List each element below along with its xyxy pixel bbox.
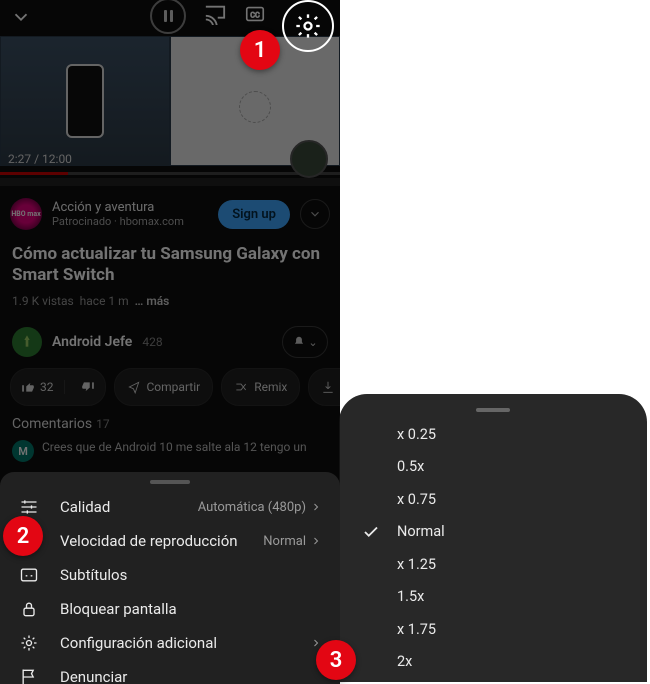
captions-icon[interactable]: CC [244, 3, 266, 29]
progress-bar[interactable] [0, 172, 340, 175]
channel-avatar-icon [12, 327, 42, 357]
lock-label: Bloquear pantalla [60, 600, 177, 618]
settings-button[interactable] [282, 0, 334, 52]
report-label: Denunciar [60, 668, 127, 684]
settings-lock-row[interactable]: Bloquear pantalla [0, 592, 340, 626]
channel-subs: 428 [142, 335, 162, 349]
sliders-icon [18, 497, 40, 517]
video-title[interactable]: Cómo actualizar tu Samsung Galaxy con Sm… [12, 244, 328, 287]
cast-icon[interactable] [204, 3, 226, 29]
download-button[interactable]: Descargar [308, 368, 340, 406]
sheet-handle[interactable] [150, 480, 190, 484]
channel-name: Android Jefe [52, 334, 132, 350]
pause-button[interactable] [150, 0, 186, 34]
settings-speed-row[interactable]: Velocidad de reproducción Normal [0, 524, 340, 558]
remix-button[interactable]: Remix [221, 368, 300, 406]
speed-option-selected[interactable]: Normal [339, 516, 647, 549]
like-dislike-chip[interactable]: 32 [10, 368, 106, 406]
settings-report-row[interactable]: Denunciar [0, 660, 340, 684]
gear-small-icon [18, 633, 40, 653]
speed-sheet: x 0.25 0.5x x 0.75 Normal x 1.25 1.5x x … [339, 394, 647, 682]
video-stats[interactable]: 1.9 K vistas hace 1 m … más [12, 294, 169, 308]
promo-expand-icon[interactable] [300, 199, 330, 229]
time-display: 2:27 / 12:00 [8, 152, 72, 166]
speed-option[interactable]: 2x [339, 646, 647, 679]
video-thumbnails [0, 36, 340, 166]
quality-value: Automática (480p) [198, 500, 306, 515]
signup-button[interactable]: Sign up [218, 200, 290, 229]
speed-option[interactable]: x 0.25 [339, 418, 647, 451]
promo-title: Acción y aventura [52, 200, 208, 215]
settings-additional-row[interactable]: Configuración adicional [0, 626, 340, 660]
speed-option[interactable]: x 1.75 [339, 613, 647, 646]
youtube-watch-screen: CC 2:27 / 12:00 HBO max Acción y aventur… [0, 0, 340, 684]
collapse-icon[interactable] [10, 6, 32, 32]
commenter-avatar-icon: M [12, 440, 34, 462]
notifications-button[interactable]: ⌄ [282, 326, 328, 358]
annotation-badge-3: 3 [316, 640, 356, 680]
settings-captions-row[interactable]: Subtítulos [0, 558, 340, 592]
additional-label: Configuración adicional [60, 634, 217, 652]
top-comment[interactable]: M Crees que de Android 10 me salte ala 1… [12, 440, 328, 462]
settings-sheet: Calidad Automática (480p) Velocidad de r… [0, 472, 340, 684]
flag-icon [18, 667, 40, 684]
promo-sub: Patrocinado · hbomax.com [52, 215, 208, 228]
promo-card[interactable]: HBO max Acción y aventura Patrocinado · … [0, 190, 340, 238]
speed-value: Normal [263, 534, 306, 549]
channel-row[interactable]: Android Jefe 428 ⌄ [0, 320, 340, 364]
speed-option[interactable]: 1.5x [339, 581, 647, 614]
speed-label: Velocidad de reproducción [60, 532, 238, 550]
video-frame-current[interactable] [0, 36, 170, 166]
channel-avatar-overlay[interactable] [290, 140, 328, 178]
speed-option[interactable]: x 0.75 [339, 483, 647, 516]
comments-header[interactable]: Comentarios17 [12, 416, 110, 432]
svg-text:CC: CC [250, 11, 260, 20]
lock-icon [18, 599, 40, 619]
promo-logo-icon: HBO max [10, 198, 42, 230]
gear-icon [294, 12, 322, 40]
share-button[interactable]: Compartir [114, 368, 214, 406]
sheet-handle[interactable] [476, 408, 510, 412]
captions-label: Subtítulos [60, 566, 127, 584]
check-icon [362, 523, 380, 541]
comment-text: Crees que de Android 10 me salte ala 12 … [42, 440, 307, 462]
settings-quality-row[interactable]: Calidad Automática (480p) [0, 490, 340, 524]
chevron-right-icon [310, 535, 322, 547]
captions-box-icon [18, 565, 40, 585]
action-chip-row: 32 Compartir Remix Descargar [0, 368, 340, 406]
speed-option[interactable]: x 1.25 [339, 548, 647, 581]
speed-option[interactable]: 0.5x [339, 451, 647, 484]
annotation-badge-2: 2 [3, 516, 43, 556]
quality-label: Calidad [60, 498, 110, 516]
chevron-right-icon [310, 501, 322, 513]
annotation-badge-1: 1 [240, 30, 280, 70]
